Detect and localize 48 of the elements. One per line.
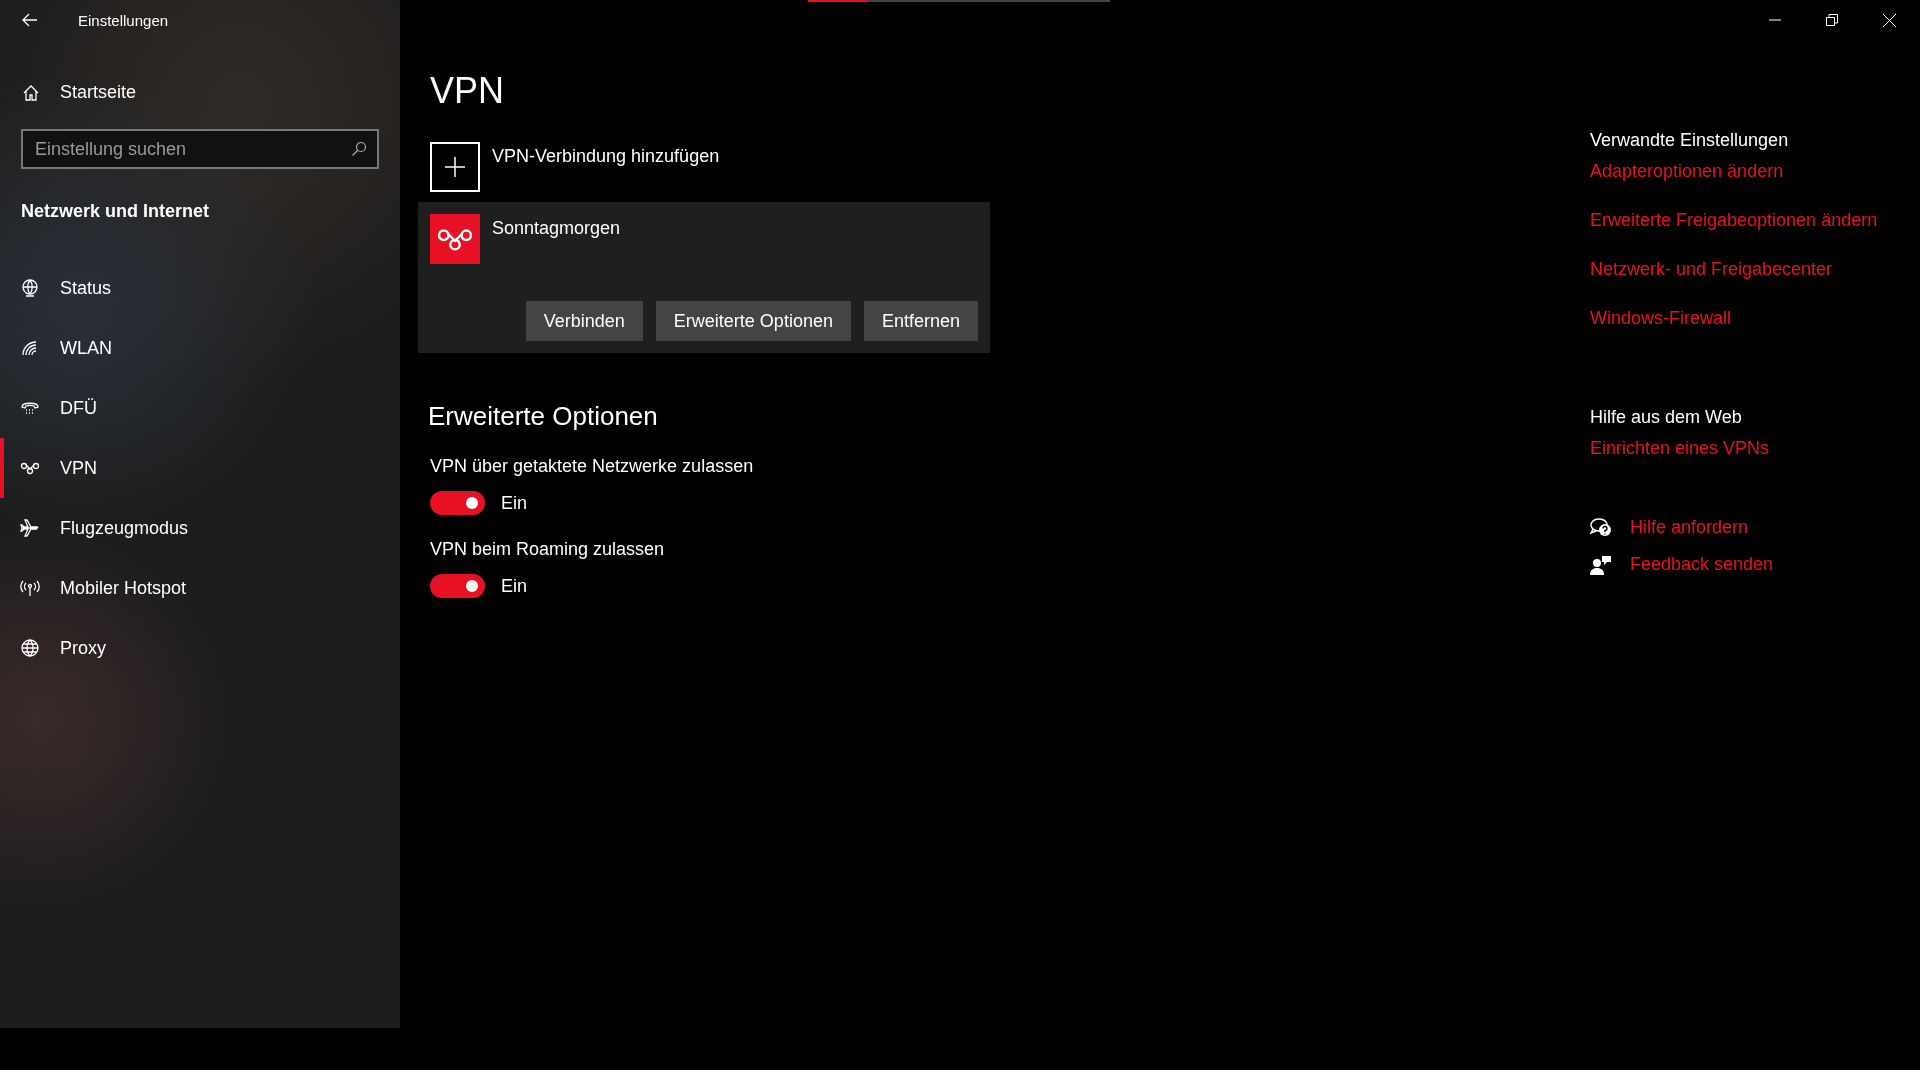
window-title: Einstellungen: [78, 11, 169, 29]
nav-item[interactable]: Status: [0, 258, 400, 318]
vpn-connection-card[interactable]: Sonntagmorgen Verbinden Erweiterte Optionen Entfernen: [418, 202, 990, 353]
add-vpn-button[interactable]: [430, 142, 480, 192]
section-heading: Netzwerk und Internet: [21, 201, 210, 222]
connection-action-button[interactable]: Verbinden: [525, 301, 643, 341]
nav-item[interactable]: WLAN: [0, 318, 400, 378]
toggle-state: Ein: [501, 492, 527, 514]
home-icon: [22, 83, 40, 102]
back-arrow-icon[interactable]: [22, 13, 38, 27]
plus-icon: [444, 156, 466, 178]
section-heading: Erweiterte Optionen: [428, 401, 658, 432]
airplane-icon: [20, 519, 40, 537]
support-link[interactable]: Feedback senden: [1630, 554, 1774, 575]
toggle-switch[interactable]: [430, 574, 485, 598]
close-icon[interactable]: [1883, 13, 1896, 27]
add-vpn-label[interactable]: VPN-Verbindung hinzufügen: [492, 146, 720, 167]
toggle-state: Ein: [501, 575, 527, 597]
toggle-label: VPN über getaktete Netzwerke zulassen: [430, 456, 754, 477]
page-title: VPN: [430, 70, 506, 112]
globe-monitor-icon: [20, 279, 40, 297]
nav-item[interactable]: DFÜ: [0, 378, 400, 438]
restore-icon[interactable]: [1826, 14, 1838, 26]
support-link[interactable]: Hilfe anfordern: [1630, 517, 1749, 538]
related-link[interactable]: Windows-Firewall: [1590, 308, 1732, 329]
related-link[interactable]: Erweiterte Freigabeoptionen ändern: [1590, 210, 1878, 231]
related-settings-heading: Verwandte Einstellungen: [1590, 130, 1789, 151]
search-field[interactable]: Einstellung suchen: [21, 129, 379, 169]
toggle-label: VPN beim Roaming zulassen: [430, 539, 665, 560]
nav-item[interactable]: VPN: [0, 438, 400, 498]
chat-question-icon: [1590, 517, 1612, 538]
nav-item[interactable]: Proxy: [0, 618, 400, 678]
connection-action-button[interactable]: Erweiterte Optionen: [655, 301, 851, 341]
nav-item[interactable]: Flugzeugmodus: [0, 498, 400, 558]
web-help-heading: Hilfe aus dem Web: [1590, 407, 1742, 428]
globe-icon: [20, 639, 40, 657]
connection-name: Sonntagmorgen: [492, 218, 621, 239]
antenna-icon: [20, 579, 40, 597]
related-link[interactable]: Netzwerk- und Freigabecenter: [1590, 259, 1833, 280]
connection-action-button[interactable]: Entfernen: [863, 301, 978, 341]
web-help-link[interactable]: Einrichten eines VPNs: [1590, 438, 1770, 459]
person-speech-icon: [1590, 554, 1612, 575]
related-link[interactable]: Adapteroptionen ändern: [1590, 161, 1784, 182]
nav-item[interactable]: Mobiler Hotspot: [0, 558, 400, 618]
vpn-connection-icon: [430, 214, 480, 264]
search-icon: [351, 141, 367, 157]
toggle-switch[interactable]: [430, 491, 485, 515]
home-nav-item[interactable]: Startseite: [22, 82, 137, 103]
